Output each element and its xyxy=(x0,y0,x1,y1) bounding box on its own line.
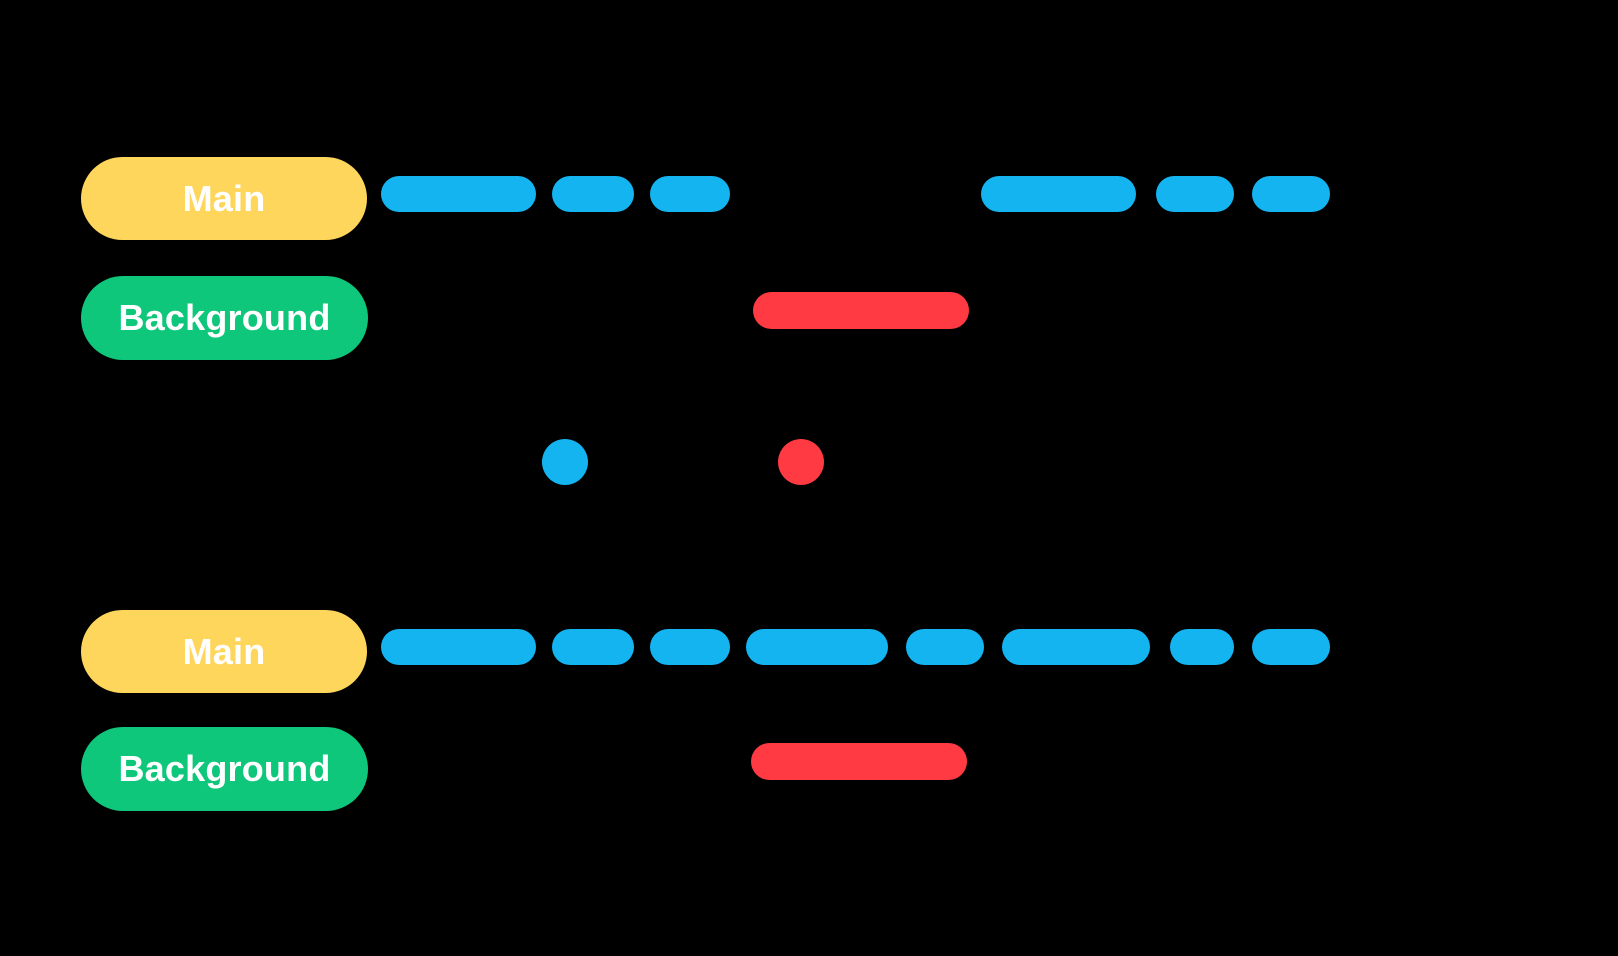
row-bottom-main-segment[interactable] xyxy=(746,629,888,665)
row-bottom-main-segment[interactable] xyxy=(650,629,730,665)
row-bottom-main-segment[interactable] xyxy=(552,629,634,665)
row-bottom-main-segment[interactable] xyxy=(906,629,984,665)
row-bottom-main-segment[interactable] xyxy=(1170,629,1234,665)
row-bottom-background-label-pill: Background xyxy=(81,727,368,811)
row-bottom-background-segment[interactable] xyxy=(751,743,967,780)
row-bottom-main-segment[interactable] xyxy=(1002,629,1150,665)
row-bottom-main-label-pill: Main xyxy=(81,610,367,693)
row-bottom-background-label-text: Background xyxy=(118,748,331,789)
speech-dot xyxy=(542,439,588,485)
row-bottom-main-label-text: Main xyxy=(182,630,266,672)
row-bottom-main-segment[interactable] xyxy=(381,629,536,665)
row-bottom-main-segment[interactable] xyxy=(1252,629,1330,665)
diarization-timeline-canvas: Main Background Main Background xyxy=(0,0,1618,956)
noise-dot xyxy=(778,439,824,485)
